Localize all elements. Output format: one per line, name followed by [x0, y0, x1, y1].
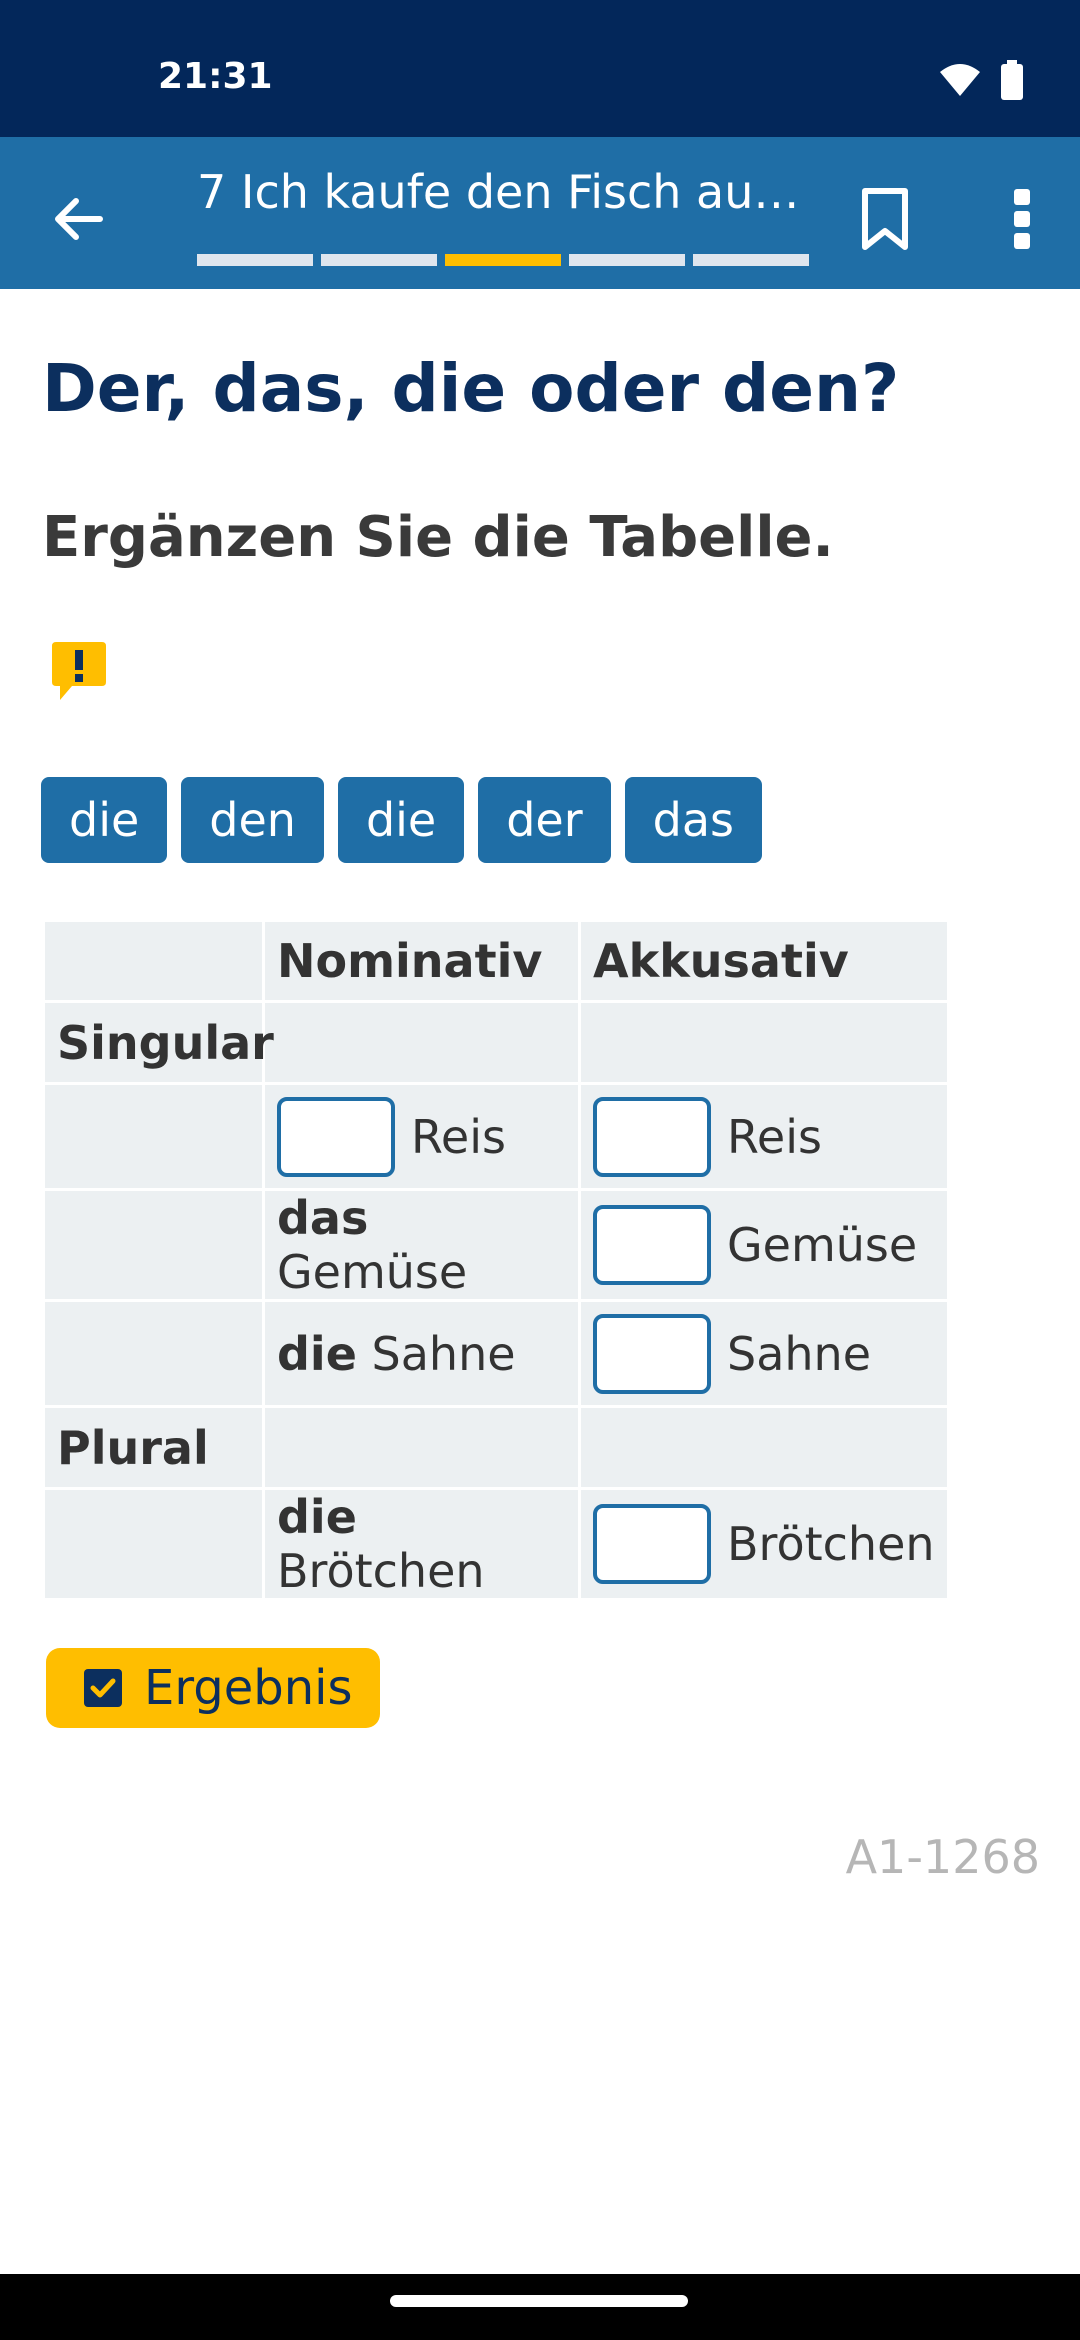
- table-row-singular: Singular: [42, 1000, 950, 1085]
- progress-segment: [569, 254, 685, 266]
- table-header-row: Nominativ Akkusativ: [42, 919, 950, 1003]
- answer-chip[interactable]: das: [624, 777, 762, 863]
- table-row-plural: Plural: [42, 1405, 950, 1490]
- answer-chip[interactable]: den: [181, 777, 324, 863]
- blank-drop-target[interactable]: [277, 1096, 395, 1177]
- answer-chip[interactable]: die: [337, 777, 465, 863]
- blank-drop-target[interactable]: [593, 1205, 711, 1285]
- status-bar: 21:31: [0, 0, 1080, 137]
- more-options-button[interactable]: [1000, 179, 1044, 259]
- home-indicator[interactable]: [390, 2295, 688, 2307]
- exercise-instruction: Ergänzen Sie die Tabelle.: [42, 505, 834, 570]
- lesson-progress: [197, 254, 809, 266]
- article-text: die: [277, 1326, 357, 1381]
- app-bar: 7 Ich kaufe den Fisch auf ...: [0, 137, 1080, 289]
- noun-text: Gemüse: [277, 1245, 468, 1299]
- table-row: die Brötchen Brötchen: [42, 1487, 950, 1601]
- more-vert-icon: [1014, 189, 1030, 249]
- progress-segment-active: [445, 254, 561, 266]
- progress-segment: [197, 254, 313, 266]
- exercise-title: Der, das, die oder den?: [42, 350, 900, 427]
- alert-icon[interactable]: [50, 640, 108, 702]
- battery-icon: [1001, 60, 1023, 100]
- noun-text: Brötchen: [277, 1544, 485, 1598]
- system-nav-bar: [0, 2274, 1080, 2340]
- article-text: die: [277, 1490, 357, 1544]
- article-text: das: [277, 1191, 369, 1245]
- noun-text: Sahne: [371, 1326, 516, 1381]
- table-header-nominativ: Nominativ: [262, 919, 581, 1003]
- noun-text: Brötchen: [727, 1517, 935, 1571]
- table-header: [42, 919, 265, 1003]
- answer-chips: die den die der das: [41, 777, 762, 863]
- blank-drop-target[interactable]: [593, 1313, 711, 1394]
- table-header-akkusativ: Akkusativ: [578, 919, 950, 1003]
- table-row: Reis Reis: [42, 1082, 950, 1191]
- bookmark-icon: [862, 188, 908, 250]
- result-button-label: Ergebnis: [144, 1660, 353, 1716]
- row-label-plural: Plural: [42, 1405, 265, 1490]
- back-button[interactable]: [40, 181, 116, 257]
- result-button[interactable]: Ergebnis: [46, 1648, 380, 1728]
- noun-text: Gemüse: [727, 1218, 918, 1272]
- lesson-title: 7 Ich kaufe den Fisch auf ...: [197, 165, 812, 219]
- blank-drop-target[interactable]: [593, 1096, 711, 1177]
- row-label-singular: Singular: [42, 1000, 274, 1085]
- answer-chip[interactable]: der: [478, 777, 611, 863]
- progress-segment: [693, 254, 809, 266]
- progress-segment: [321, 254, 437, 266]
- table-row: das Gemüse Gemüse: [42, 1188, 950, 1302]
- status-icons: [938, 60, 1024, 100]
- noun-text: Reis: [411, 1109, 506, 1164]
- blank-drop-target[interactable]: [593, 1504, 711, 1584]
- wifi-icon: [940, 64, 980, 96]
- table-row: die Sahne Sahne: [42, 1299, 950, 1408]
- declension-table: Nominativ Akkusativ Singular Reis Reis d…: [42, 919, 950, 1601]
- noun-text: Sahne: [727, 1326, 871, 1381]
- exercise-code: A1-1268: [845, 1830, 1040, 1884]
- back-arrow-icon: [55, 198, 103, 240]
- status-time: 21:31: [158, 56, 273, 97]
- bookmark-button[interactable]: [850, 179, 920, 259]
- noun-text: Reis: [727, 1109, 822, 1164]
- answer-chip[interactable]: die: [41, 777, 168, 863]
- checkbox-icon: [84, 1669, 122, 1707]
